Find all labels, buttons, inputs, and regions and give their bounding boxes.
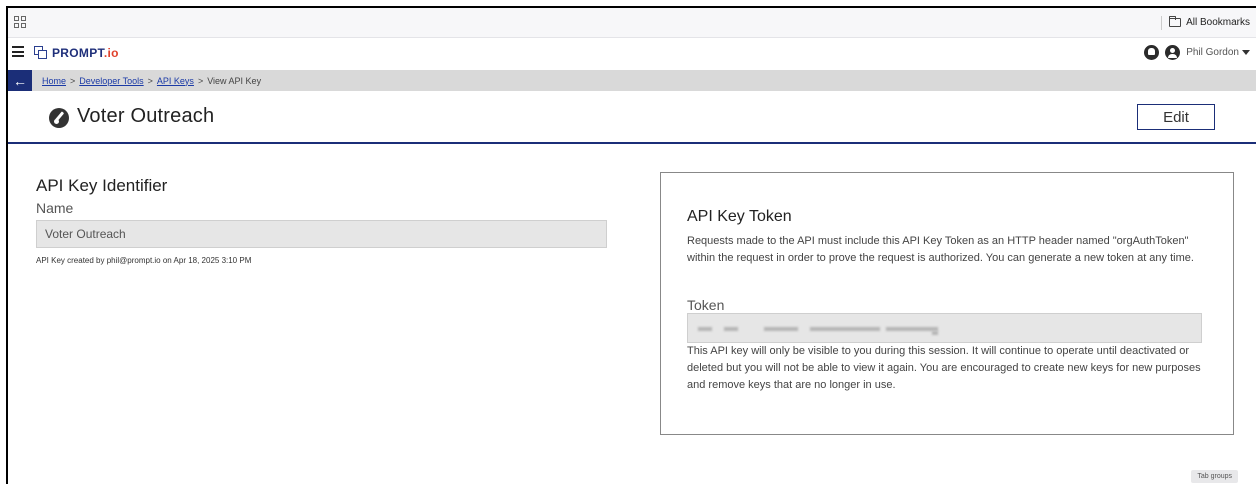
user-menu[interactable]: Phil Gordon (1186, 47, 1250, 58)
browser-window: All Bookmarks PROMPT.io Phil Gordon ← Ho… (6, 6, 1256, 484)
logo-tld: .io (103, 46, 119, 60)
user-avatar-icon[interactable] (1165, 45, 1181, 60)
name-label: Name (36, 200, 74, 216)
app-header: PROMPT.io Phil Gordon (8, 38, 1256, 70)
logo-mark-icon (34, 46, 48, 60)
caret-down-icon (1242, 50, 1250, 55)
redacted-token (724, 327, 738, 331)
redacted-token (764, 327, 798, 331)
tab-groups-button[interactable]: Tab groups (1191, 470, 1238, 483)
breadcrumb-home[interactable]: Home (42, 76, 66, 86)
breadcrumb-developer-tools[interactable]: Developer Tools (79, 76, 143, 86)
page-header: Voter Outreach Edit (8, 91, 1256, 144)
api-key-identifier-section: API Key Identifier Name API Key created … (36, 176, 608, 265)
folder-icon (1169, 16, 1182, 27)
redacted-token (810, 327, 880, 331)
breadcrumb: Home > Developer Tools > API Keys > View… (42, 76, 261, 86)
all-bookmarks-label: All Bookmarks (1186, 17, 1250, 28)
redacted-token (932, 331, 938, 335)
name-field[interactable] (36, 220, 607, 248)
api-key-token-card: API Key Token Requests made to the API m… (660, 172, 1234, 435)
breadcrumb-api-keys[interactable]: API Keys (157, 76, 194, 86)
token-label: Token (687, 297, 725, 313)
breadcrumb-current: View API Key (207, 75, 262, 86)
all-bookmarks-button[interactable]: All Bookmarks (1169, 16, 1250, 28)
bookmarks-divider (1161, 16, 1162, 30)
logo-word: PROMPT (52, 46, 104, 60)
header-user-area: Phil Gordon (1144, 45, 1250, 60)
token-visibility-note: This API key will only be visible to you… (687, 345, 1201, 391)
breadcrumb-separator: > (70, 75, 76, 86)
notifications-bell-icon[interactable] (1144, 45, 1160, 60)
apps-grid-icon[interactable] (14, 16, 26, 28)
token-field[interactable] (687, 313, 1202, 343)
identifier-heading: API Key Identifier (36, 176, 168, 195)
breadcrumb-separator: > (147, 75, 153, 86)
token-card-description: Requests made to the API must include th… (687, 235, 1194, 264)
edit-button[interactable]: Edit (1137, 104, 1215, 130)
back-arrow-button[interactable]: ← (8, 70, 32, 91)
breadcrumb-bar: ← Home > Developer Tools > API Keys > Vi… (8, 70, 1256, 91)
key-icon (49, 108, 69, 128)
token-card-title: API Key Token (687, 208, 792, 225)
redacted-token (886, 327, 938, 331)
created-note: API Key created by phil@prompt.io on Apr… (36, 256, 252, 265)
breadcrumb-separator: > (197, 75, 204, 86)
user-name: Phil Gordon (1186, 47, 1239, 58)
menu-icon[interactable] (12, 46, 24, 57)
page-title: Voter Outreach (77, 105, 215, 127)
bookmarks-bar: All Bookmarks (8, 8, 1256, 38)
redacted-token (698, 327, 712, 331)
logo[interactable]: PROMPT.io (34, 46, 119, 60)
